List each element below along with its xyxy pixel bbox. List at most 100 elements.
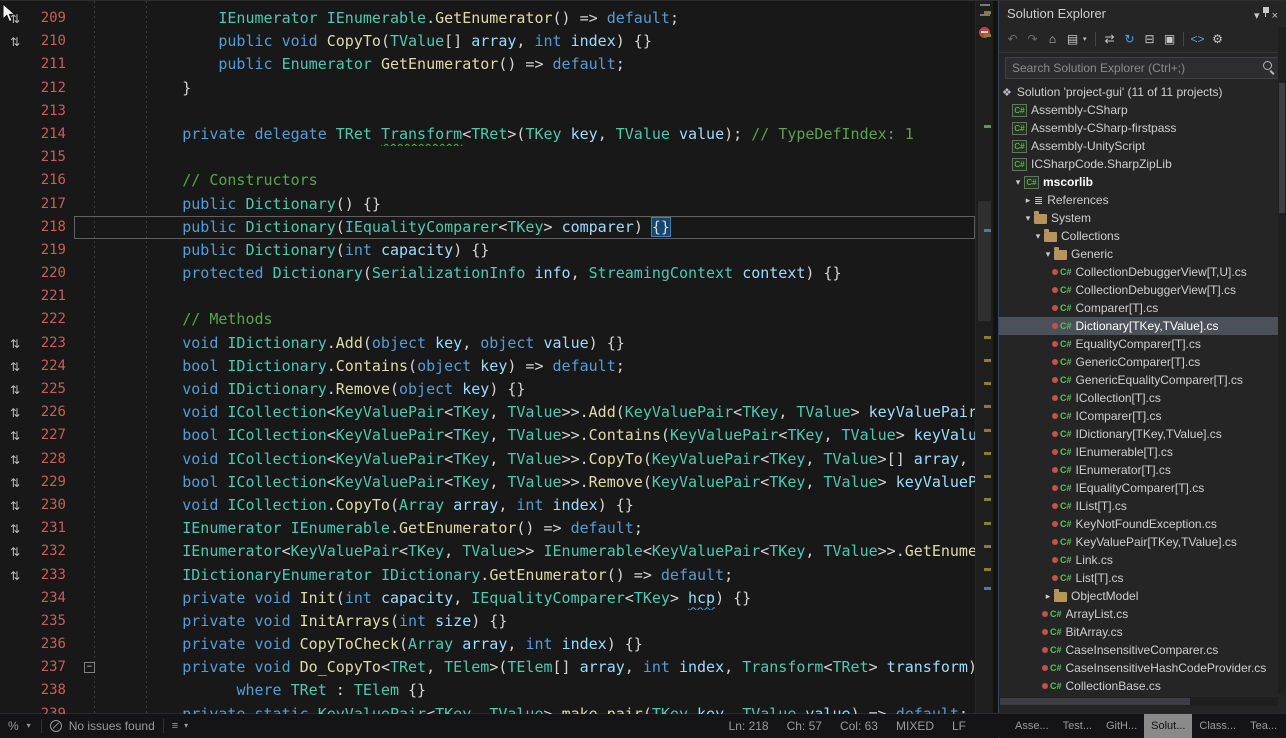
tree-item[interactable]: C#IEnumerable[T].cs — [999, 443, 1278, 461]
glyph-margin[interactable] — [0, 123, 30, 146]
expander-expanded-icon[interactable]: ▾ — [1022, 213, 1034, 224]
tree-item[interactable]: C#Dictionary[TKey,TValue].cs — [999, 317, 1278, 335]
tree-item[interactable]: C#KeyNotFoundException.cs — [999, 515, 1278, 533]
view-code-icon[interactable]: <> — [1188, 32, 1207, 46]
expander-expanded-icon[interactable]: ▾ — [1012, 177, 1024, 188]
line-number[interactable]: 220 — [30, 262, 74, 285]
glyph-margin[interactable] — [0, 656, 30, 679]
line-number[interactable]: 228 — [30, 448, 74, 471]
tree-item[interactable]: C#ArrayList.cs — [999, 605, 1278, 623]
line-number[interactable]: 224 — [30, 355, 74, 378]
refresh-icon[interactable]: ↻ — [1120, 32, 1139, 46]
fold-margin[interactable] — [74, 471, 110, 494]
dropdown-caret-icon[interactable]: ▾ — [1083, 35, 1091, 43]
glyph-margin[interactable] — [0, 77, 30, 100]
editor-scrollbar[interactable] — [975, 1, 993, 714]
glyph-margin[interactable] — [0, 262, 30, 285]
fold-margin[interactable] — [74, 100, 110, 123]
line-number[interactable]: 230 — [30, 494, 74, 517]
code-line[interactable]: 212 } — [0, 77, 975, 100]
tool-window-tab[interactable]: Tea... — [1243, 714, 1284, 738]
tree-item[interactable]: ▸≣References — [999, 191, 1278, 209]
line-number[interactable]: 209 — [30, 7, 74, 30]
fold-margin[interactable] — [74, 355, 110, 378]
line-number[interactable]: 234 — [30, 587, 74, 610]
dropdown-caret-icon[interactable]: ▾ — [180, 721, 192, 730]
fold-collapse-icon[interactable]: − — [84, 662, 95, 673]
fold-margin[interactable] — [74, 123, 110, 146]
expander-expanded-icon[interactable]: ▾ — [1032, 231, 1044, 242]
line-number[interactable]: 213 — [30, 100, 74, 123]
fold-margin[interactable] — [74, 448, 110, 471]
code-line[interactable]: 213 — [0, 100, 975, 123]
tree-item[interactable]: C#IEnumerator[T].cs — [999, 461, 1278, 479]
encoding-indicator[interactable]: MIXED — [896, 719, 934, 733]
fold-margin[interactable] — [74, 169, 110, 192]
inheritance-margin-icon[interactable]: ⇅ — [10, 406, 20, 420]
glyph-margin[interactable] — [0, 308, 30, 331]
code-line[interactable]: ⇅210 public void CopyTo(TValue[] array, … — [0, 30, 975, 53]
fold-margin[interactable] — [74, 633, 110, 656]
line-number[interactable]: 227 — [30, 424, 74, 447]
fold-margin[interactable] — [74, 193, 110, 216]
show-all-files-icon[interactable]: ▣ — [1160, 32, 1179, 46]
code-line[interactable]: 220 protected Dictionary(SerializationIn… — [0, 262, 975, 285]
code-line[interactable]: ⇅226 void ICollection<KeyValuePair<TKey,… — [0, 401, 975, 424]
code-line[interactable]: 218 public Dictionary(IEqualityComparer<… — [0, 216, 975, 239]
tree-item[interactable]: C#ICSharpCode.SharpZipLib — [999, 155, 1278, 173]
inheritance-margin-icon[interactable]: ⇅ — [10, 360, 20, 374]
fold-margin[interactable] — [74, 216, 110, 239]
tree-item[interactable]: C#KeyValuePair[TKey,TValue].cs — [999, 533, 1278, 551]
fold-margin[interactable] — [74, 7, 110, 30]
inheritance-margin-icon[interactable]: ⇅ — [10, 499, 20, 513]
tree-item[interactable]: C#IEqualityComparer[T].cs — [999, 479, 1278, 497]
tree-item[interactable]: C#EqualityComparer[T].cs — [999, 335, 1278, 353]
fold-margin[interactable] — [74, 239, 110, 262]
fold-margin[interactable] — [74, 424, 110, 447]
glyph-margin[interactable] — [0, 100, 30, 123]
tree-item[interactable]: C#Comparer[T].cs — [999, 299, 1278, 317]
tree-item[interactable]: C#CaseInsensitiveComparer.cs — [999, 641, 1278, 659]
code-line[interactable]: ⇅225 void IDictionary.Remove(object key)… — [0, 378, 975, 401]
line-number[interactable]: 225 — [30, 378, 74, 401]
pin-icon[interactable] — [1260, 10, 1272, 22]
glyph-margin[interactable] — [0, 146, 30, 169]
line-number[interactable]: 214 — [30, 123, 74, 146]
tree-item[interactable]: C#CaseInsensitiveHashCodeProvider.cs — [999, 659, 1278, 677]
inheritance-margin-icon[interactable]: ⇅ — [10, 383, 20, 397]
fold-margin[interactable] — [74, 564, 110, 587]
tree-item[interactable]: C#Assembly-CSharp — [999, 101, 1278, 119]
solution-explorer-search-input[interactable] — [1006, 61, 1259, 75]
tree-item[interactable]: ▾Generic — [999, 245, 1278, 263]
glyph-margin[interactable]: ⇅ — [0, 378, 30, 401]
code-line[interactable]: 217 public Dictionary() {} — [0, 193, 975, 216]
tool-window-tab[interactable]: GitH... — [1099, 714, 1144, 738]
properties-icon[interactable]: ⚙ — [1208, 32, 1227, 46]
code-line[interactable]: ⇅229 bool ICollection<KeyValuePair<TKey,… — [0, 471, 975, 494]
code-editor[interactable]: ⇅209 IEnumerator IEnumerable.GetEnumerat… — [0, 1, 975, 714]
tree-item[interactable]: C#IComparer[T].cs — [999, 407, 1278, 425]
line-number[interactable]: 211 — [30, 53, 74, 76]
tree-item[interactable]: ▾Collections — [999, 227, 1278, 245]
tool-window-tab[interactable]: Test... — [1056, 714, 1099, 738]
tree-item[interactable]: C#Assembly-CSharp-firstpass — [999, 119, 1278, 137]
inheritance-margin-icon[interactable]: ⇅ — [10, 545, 20, 559]
line-number[interactable]: 232 — [30, 540, 74, 563]
panel-horizontal-scrollbar[interactable] — [999, 697, 1278, 706]
fold-margin[interactable] — [74, 494, 110, 517]
glyph-margin[interactable] — [0, 239, 30, 262]
collapse-all-icon[interactable]: ⊟ — [1140, 32, 1159, 46]
fold-margin[interactable] — [74, 285, 110, 308]
search-icon[interactable] — [1259, 58, 1279, 78]
close-icon[interactable]: × — [1272, 10, 1278, 22]
glyph-margin[interactable] — [0, 285, 30, 308]
code-line[interactable]: ⇅228 void ICollection<KeyValuePair<TKey,… — [0, 448, 975, 471]
line-indicator[interactable]: Ln: 218 — [729, 719, 769, 733]
tree-item[interactable]: C#List[T].cs — [999, 569, 1278, 587]
expander-collapsed-icon[interactable]: ▸ — [1042, 591, 1054, 602]
sync-with-active-document-icon[interactable]: ⇄ — [1100, 32, 1119, 46]
code-line[interactable]: ⇅223 void IDictionary.Add(object key, ob… — [0, 332, 975, 355]
inheritance-margin-icon[interactable]: ⇅ — [10, 453, 20, 467]
code-line[interactable]: 235 private void InitArrays(int size) {} — [0, 610, 975, 633]
line-number[interactable]: 210 — [30, 30, 74, 53]
